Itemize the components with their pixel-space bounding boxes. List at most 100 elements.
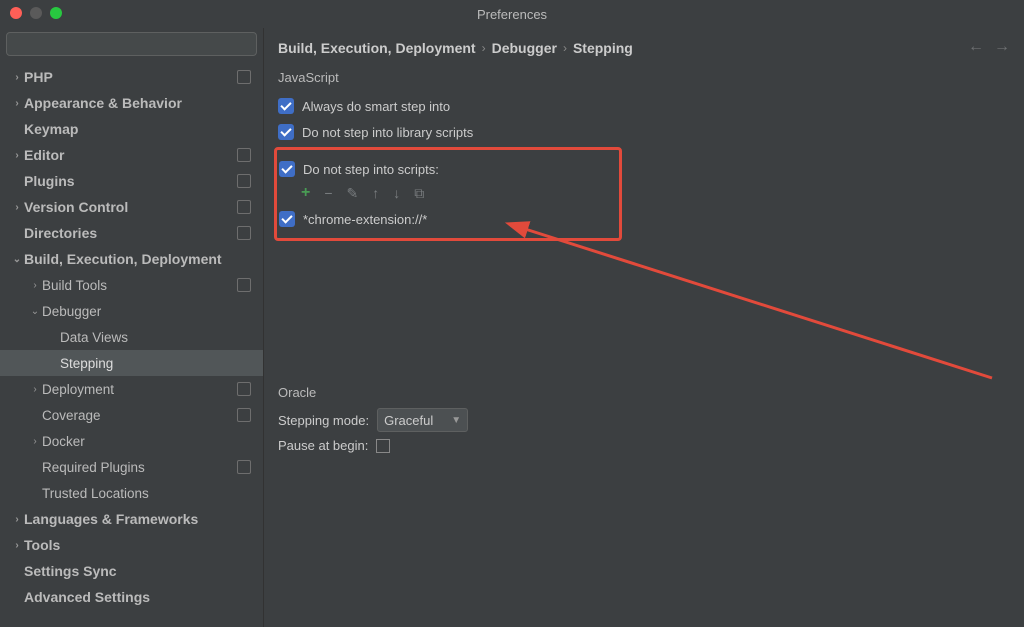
sidebar-item-settings-sync[interactable]: Settings Sync [0,558,263,584]
sidebar-item-plugins[interactable]: Plugins [0,168,263,194]
checkbox-icon[interactable] [278,98,294,114]
remove-button[interactable]: − [324,185,332,201]
sidebar-item-trusted-locations[interactable]: Trusted Locations [0,480,263,506]
sidebar-item-php[interactable]: ›PHP [0,64,263,90]
sidebar-item-coverage[interactable]: Coverage [0,402,263,428]
sidebar-item-languages-frameworks[interactable]: ›Languages & Frameworks [0,506,263,532]
sidebar-item-directories[interactable]: Directories [0,220,263,246]
pause-checkbox[interactable] [376,439,390,453]
checkbox-icon[interactable] [279,211,295,227]
checkbox-no-scripts[interactable]: Do not step into scripts: [279,156,439,182]
traffic-lights [10,7,62,19]
sidebar-item-build-execution-deployment[interactable]: ⌄Build, Execution, Deployment [0,246,263,272]
move-down-button[interactable]: ↓ [393,185,400,201]
chevron-right-icon: › [482,41,486,55]
nav-forward-icon[interactable]: → [994,38,1010,56]
sidebar-item-label: Data Views [60,330,257,345]
highlight-annotation: Do not step into scripts: + − ✎ ↑ ↓ ⧉ *c… [274,147,622,241]
stepping-mode-label: Stepping mode: [278,413,369,428]
chevron-right-icon: › [563,41,567,55]
project-badge-icon [237,382,251,396]
stepping-mode-dropdown[interactable]: Graceful ▼ [377,408,468,432]
sidebar-item-label: Debugger [42,304,257,319]
breadcrumb-a[interactable]: Build, Execution, Deployment [278,40,476,56]
sidebar-item-advanced-settings[interactable]: Advanced Settings [0,584,263,610]
close-icon[interactable] [10,7,22,19]
section-javascript: JavaScript [278,70,1010,85]
sidebar-item-label: Directories [24,225,237,241]
chevron-icon: › [10,150,24,161]
sidebar-item-appearance-behavior[interactable]: ›Appearance & Behavior [0,90,263,116]
chevron-icon: › [10,98,24,109]
sidebar-item-label: PHP [24,69,237,85]
titlebar: Preferences [0,0,1024,28]
sidebar-item-version-control[interactable]: ›Version Control [0,194,263,220]
sidebar-item-data-views[interactable]: Data Views [0,324,263,350]
zoom-icon[interactable] [50,7,62,19]
project-badge-icon [237,70,251,84]
minimize-icon [30,7,42,19]
project-badge-icon [237,148,251,162]
sidebar-item-label: Version Control [24,199,237,215]
sidebar-item-keymap[interactable]: Keymap [0,116,263,142]
sidebar-item-label: Settings Sync [24,563,257,579]
checkbox-icon[interactable] [278,124,294,140]
sidebar-item-required-plugins[interactable]: Required Plugins [0,454,263,480]
breadcrumb-b[interactable]: Debugger [492,40,557,56]
add-button[interactable]: + [301,184,310,202]
chevron-icon: › [10,72,24,83]
pause-label: Pause at begin: [278,438,368,453]
chevron-icon: ⌄ [28,306,42,317]
chevron-icon: › [10,540,24,551]
checkbox-smart-step[interactable]: Always do smart step into [278,93,1010,119]
project-badge-icon [237,460,251,474]
chevron-icon: › [28,280,42,291]
project-badge-icon [237,278,251,292]
sidebar-item-label: Stepping [60,356,257,371]
sidebar-item-deployment[interactable]: ›Deployment [0,376,263,402]
sidebar-item-label: Appearance & Behavior [24,95,257,111]
sidebar: ⌕ ›PHP›Appearance & BehaviorKeymap›Edito… [0,28,264,627]
checkbox-label: Do not step into scripts: [303,162,439,177]
chevron-icon: › [10,514,24,525]
edit-button[interactable]: ✎ [347,185,359,202]
sidebar-item-label: Required Plugins [42,460,237,475]
project-badge-icon [237,226,251,240]
sidebar-item-tools[interactable]: ›Tools [0,532,263,558]
settings-tree[interactable]: ›PHP›Appearance & BehaviorKeymap›EditorP… [0,60,263,627]
project-badge-icon [237,408,251,422]
project-badge-icon [237,200,251,214]
sidebar-item-docker[interactable]: ›Docker [0,428,263,454]
sidebar-item-label: Build, Execution, Deployment [24,251,257,267]
section-oracle: Oracle [278,385,1010,400]
search-input[interactable] [6,32,257,56]
chevron-icon: ⌄ [10,254,24,265]
sidebar-item-editor[interactable]: ›Editor [0,142,263,168]
sidebar-item-stepping[interactable]: Stepping [0,350,263,376]
copy-button[interactable]: ⧉ [414,185,424,202]
sidebar-item-label: Plugins [24,173,237,189]
sidebar-item-label: Editor [24,147,237,163]
chevron-icon: › [28,384,42,395]
script-pattern: *chrome-extension://* [303,212,427,227]
sidebar-item-label: Coverage [42,408,237,423]
checkbox-label: Do not step into library scripts [302,125,473,140]
scripts-toolbar: + − ✎ ↑ ↓ ⧉ [279,182,439,206]
checkbox-no-library[interactable]: Do not step into library scripts [278,119,1010,145]
breadcrumb-c: Stepping [573,40,633,56]
breadcrumb: Build, Execution, Deployment › Debugger … [278,36,1010,60]
checkbox-icon[interactable] [279,161,295,177]
sidebar-item-label: Tools [24,537,257,553]
move-up-button[interactable]: ↑ [372,185,379,201]
sidebar-item-debugger[interactable]: ⌄Debugger [0,298,263,324]
chevron-icon: › [10,202,24,213]
sidebar-item-label: Keymap [24,121,257,137]
project-badge-icon [237,174,251,188]
sidebar-item-label: Advanced Settings [24,589,257,605]
main-panel: Build, Execution, Deployment › Debugger … [264,28,1024,627]
nav-back-icon[interactable]: ← [968,38,984,56]
sidebar-item-label: Build Tools [42,278,237,293]
script-pattern-row[interactable]: *chrome-extension://* [279,206,439,232]
sidebar-item-build-tools[interactable]: ›Build Tools [0,272,263,298]
sidebar-item-label: Deployment [42,382,237,397]
